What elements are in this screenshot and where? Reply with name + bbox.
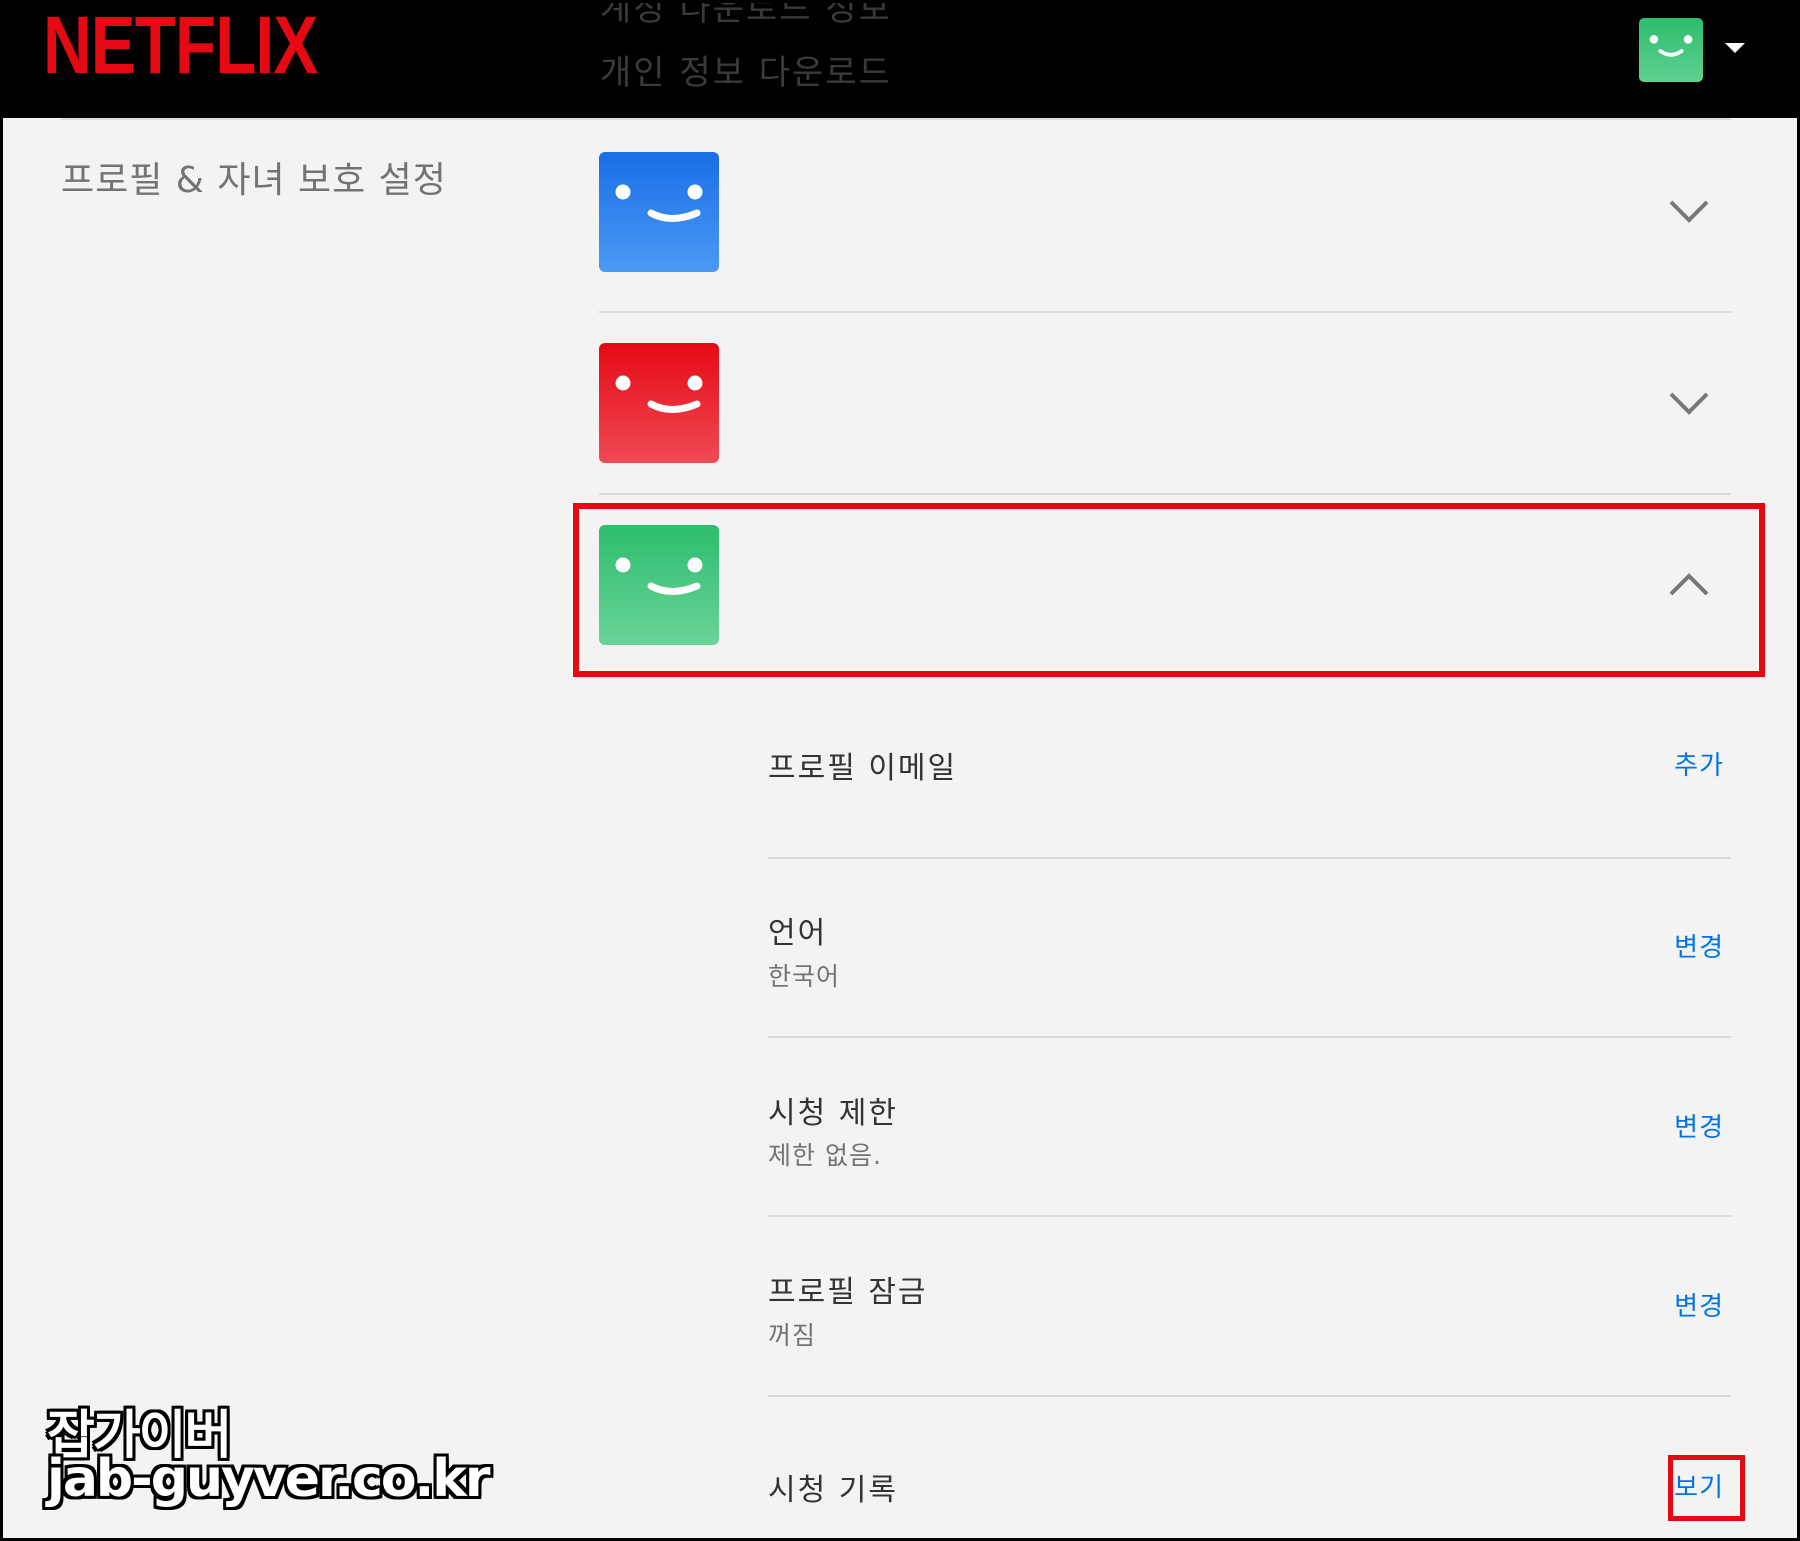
highlight-box-view-link (1668, 1455, 1745, 1521)
netflix-logo[interactable]: NETFLIX (43, 5, 318, 87)
account-avatar-icon[interactable] (1639, 18, 1703, 82)
highlight-box-profile (573, 503, 1765, 677)
setting-label-viewing-history: 시청 기록 (768, 1473, 898, 1508)
header-divider (61, 118, 1731, 120)
setting-label-profile-lock: 프로필 잠금 (768, 1275, 928, 1310)
chevron-down-icon[interactable] (1667, 388, 1711, 418)
change-restriction-link[interactable]: 변경 (1674, 1107, 1724, 1144)
header-ghost-text-2: 개인 정보 다운로드 (600, 53, 892, 93)
setting-value-language: 한국어 (768, 962, 841, 991)
chevron-down-icon[interactable] (1667, 196, 1711, 226)
profile-divider (599, 493, 1731, 495)
section-title: 프로필 & 자녀 보호 설정 (61, 160, 447, 201)
profile-avatar-red-icon[interactable] (599, 343, 719, 463)
setting-label-profile-email: 프로필 이메일 (768, 751, 958, 786)
add-email-link[interactable]: 추가 (1674, 745, 1724, 782)
setting-value-viewing-restriction: 제한 없음. (768, 1141, 882, 1170)
setting-divider (768, 1395, 1731, 1397)
account-menu-caret-icon[interactable] (1725, 43, 1745, 53)
change-profile-lock-link[interactable]: 변경 (1674, 1286, 1724, 1323)
setting-label-language: 언어 (768, 916, 828, 951)
header-ghost-text-1: 계정 다운로드 정보 (600, 3, 892, 29)
profile-avatar-blue-icon[interactable] (599, 152, 719, 272)
setting-value-profile-lock: 꺼짐 (768, 1321, 817, 1350)
change-language-link[interactable]: 변경 (1674, 927, 1724, 964)
watermark-url: jab-guyver.co.kr (47, 1449, 491, 1509)
profile-divider (599, 311, 1731, 313)
top-header: NETFLIX 계정 다운로드 정보 개인 정보 다운로드 (3, 3, 1797, 118)
setting-divider (768, 857, 1731, 859)
setting-divider (768, 1215, 1731, 1217)
netflix-account-page: NETFLIX 계정 다운로드 정보 개인 정보 다운로드 프로필 & 자녀 보… (0, 0, 1800, 1541)
setting-divider (768, 1036, 1731, 1038)
setting-label-viewing-restriction: 시청 제한 (768, 1096, 898, 1131)
